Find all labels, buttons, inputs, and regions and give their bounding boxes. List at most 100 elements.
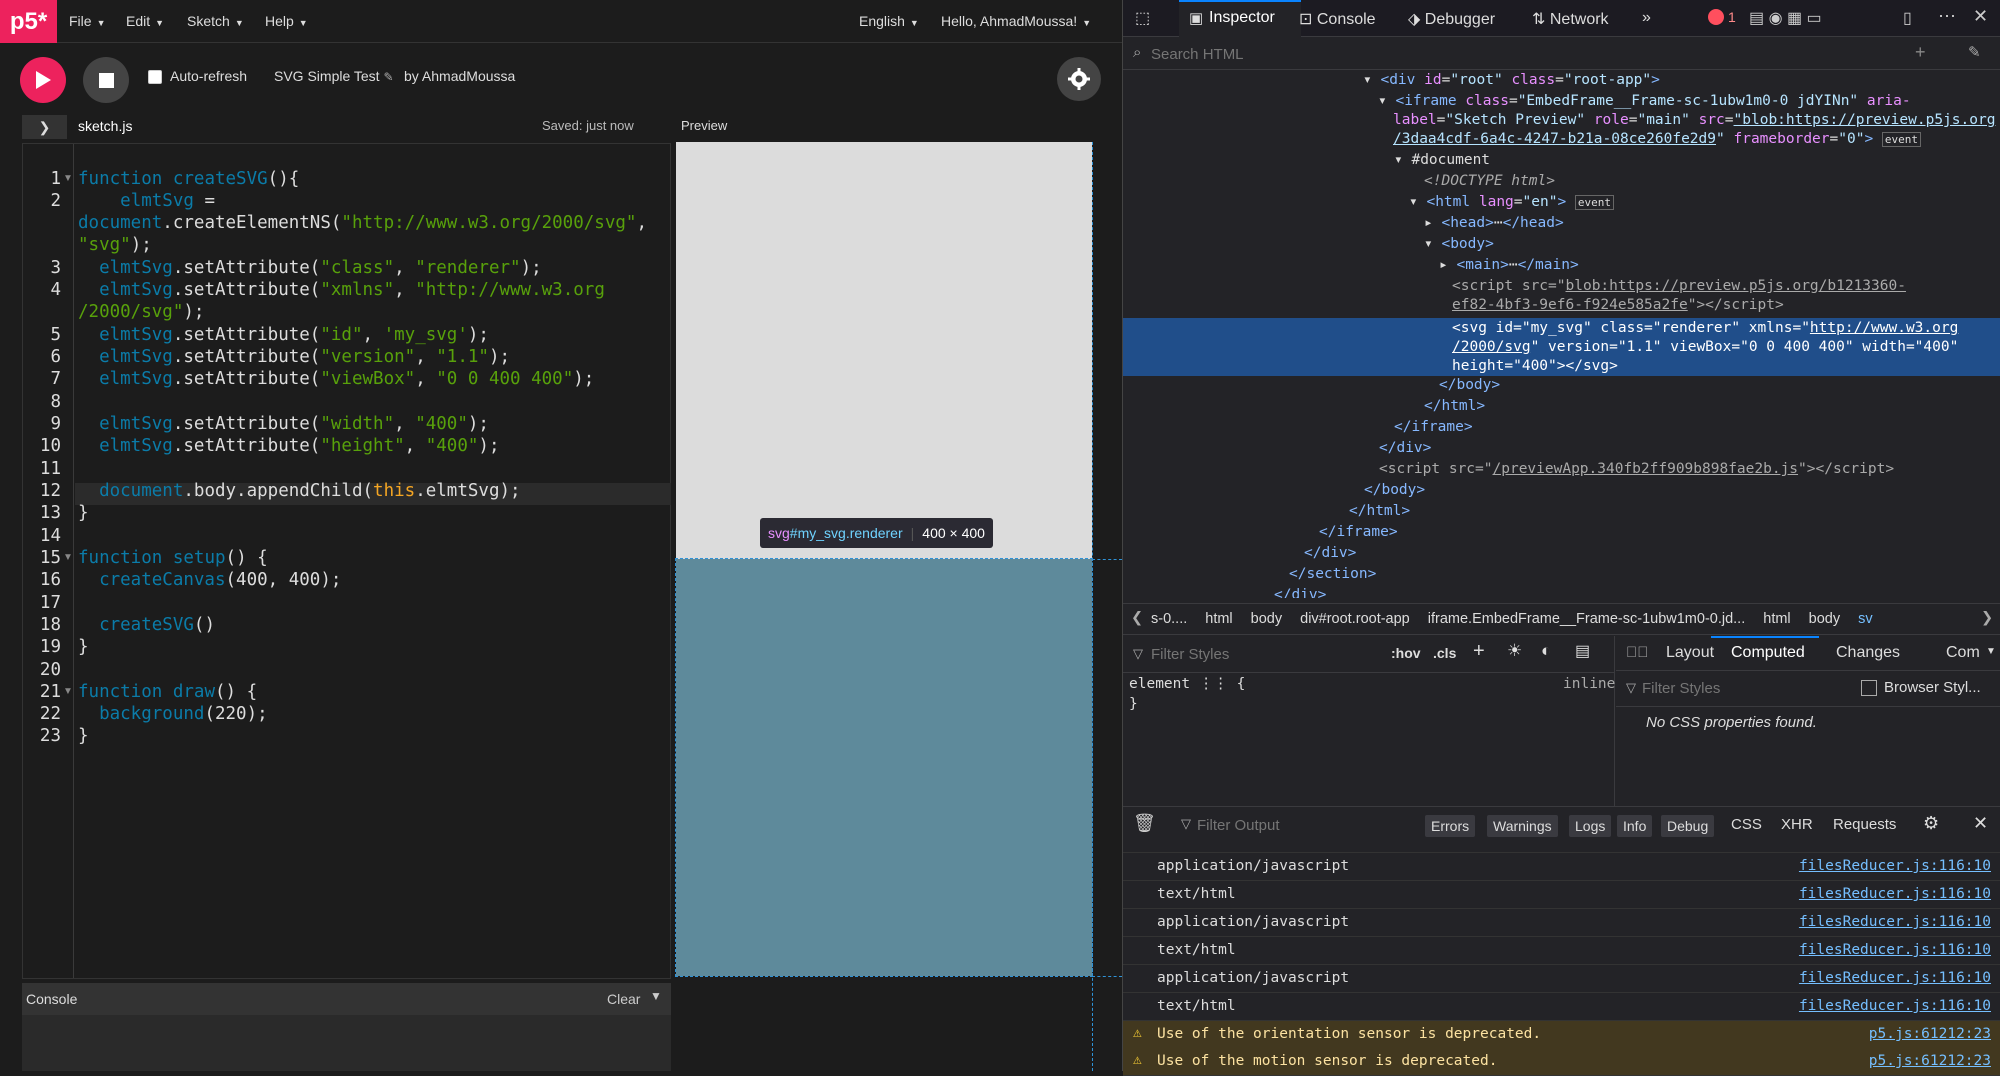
tab-layout[interactable]: Layout: [1666, 644, 1714, 662]
chevron-right-icon[interactable]: ❯: [1981, 610, 1993, 626]
close-icon[interactable]: ✕: [1973, 813, 1988, 834]
breadcrumb-item[interactable]: body: [1809, 611, 1840, 627]
filter-xhr-button[interactable]: XHR: [1781, 816, 1813, 833]
log-source-link[interactable]: filesReducer.js:116:10: [1799, 858, 1991, 874]
log-source-link[interactable]: filesReducer.js:116:10: [1799, 998, 1991, 1014]
tree-node[interactable]: ▾ <div id="root" class="root-app">: [1363, 72, 1660, 88]
more-tabs-icon[interactable]: »: [1642, 9, 1651, 27]
filter-warnings-button[interactable]: Warnings: [1487, 815, 1558, 837]
fold-icon[interactable]: ▼: [63, 552, 73, 563]
breadcrumb-item[interactable]: iframe.EmbedFrame__Frame-sc-1ubw1m0-0.jd…: [1428, 611, 1746, 627]
filter-css-button[interactable]: CSS: [1731, 816, 1762, 833]
filter-info-button[interactable]: Info: [1617, 815, 1653, 837]
breadcrumb-item[interactable]: s-0....: [1151, 611, 1187, 627]
tab-compatibility[interactable]: Com: [1946, 644, 1980, 662]
menu-help[interactable]: Help ▼: [265, 13, 308, 29]
language-select[interactable]: English ▼: [859, 13, 919, 29]
log-row[interactable]: text/html filesReducer.js:116:10: [1123, 937, 2000, 965]
tree-node-selected[interactable]: <svg id="my_svg" class="renderer" xmlns=…: [1452, 320, 1958, 336]
breadcrumb-item[interactable]: sv: [1858, 611, 1873, 627]
tree-node[interactable]: ▾ <iframe class="EmbedFrame__Frame-sc-1u…: [1378, 93, 1911, 109]
print-media-icon[interactable]: ▤: [1575, 641, 1590, 661]
tree-node[interactable]: </body>: [1439, 377, 1500, 393]
tree-node[interactable]: </div>: [1274, 587, 1326, 598]
author-link[interactable]: AhmadMoussa: [422, 68, 515, 84]
filter-logs-button[interactable]: Logs: [1569, 815, 1612, 837]
log-row[interactable]: application/javascript filesReducer.js:11…: [1123, 909, 2000, 937]
tree-node[interactable]: </iframe>: [1394, 419, 1473, 435]
warning-source-link[interactable]: p5.js:61212:23: [1869, 1053, 1991, 1069]
menu-sketch[interactable]: Sketch ▼: [187, 13, 244, 29]
expand-sidebar-button[interactable]: ❯: [22, 115, 67, 139]
warning-source-link[interactable]: p5.js:61212:23: [1869, 1026, 1991, 1042]
tree-node[interactable]: </div>: [1379, 440, 1431, 456]
tree-node[interactable]: </iframe>: [1319, 524, 1398, 540]
filter-errors-button[interactable]: Errors: [1425, 815, 1476, 837]
menu-edit[interactable]: Edit ▼: [126, 13, 164, 29]
filter-debug-button[interactable]: Debug: [1661, 815, 1715, 837]
auto-refresh-checkbox[interactable]: [148, 70, 162, 84]
chevron-left-icon[interactable]: ❮: [1131, 610, 1143, 626]
html-tree[interactable]: ▾ <div id="root" class="root-app"> ▾ <if…: [1123, 70, 2000, 598]
fold-icon[interactable]: ▼: [63, 173, 73, 184]
tab-computed[interactable]: Computed: [1711, 636, 1819, 670]
tree-node[interactable]: ▸ <head>⋯</head>: [1424, 215, 1564, 231]
add-rule-icon[interactable]: +: [1473, 640, 1485, 663]
eyedropper-icon[interactable]: ✎: [1968, 43, 1981, 61]
tree-node[interactable]: ▾ <body>: [1424, 236, 1494, 252]
breadcrumb-item[interactable]: body: [1251, 611, 1282, 627]
more-options-icon[interactable]: ⋯: [1938, 6, 1956, 27]
tab-debugger[interactable]: ⬗ Debugger: [1408, 9, 1495, 29]
tree-node[interactable]: ▾ <html lang="en"> event: [1409, 194, 1615, 210]
pencil-icon[interactable]: ✎: [383, 70, 393, 84]
tree-node[interactable]: </div>: [1304, 545, 1356, 561]
tree-node[interactable]: ▾ #document: [1394, 152, 1490, 168]
hov-button[interactable]: :hov: [1391, 645, 1421, 661]
sketch-name[interactable]: SVG Simple Test ✎: [274, 68, 394, 84]
log-source-link[interactable]: filesReducer.js:116:10: [1799, 914, 1991, 930]
add-node-icon[interactable]: +: [1915, 42, 1926, 63]
filter-output-input[interactable]: [1197, 814, 1417, 836]
warning-row[interactable]: ⚠ Use of the orientation sensor is deprec…: [1123, 1021, 2000, 1049]
console-clear-button[interactable]: Clear: [607, 991, 640, 1007]
log-source-link[interactable]: filesReducer.js:116:10: [1799, 970, 1991, 986]
settings-button[interactable]: [1057, 57, 1101, 101]
filter-styles-input[interactable]: [1151, 644, 1351, 664]
tree-node[interactable]: <script src="/previewApp.340fb2ff909b898…: [1379, 461, 1894, 477]
computed-filter-input[interactable]: [1642, 678, 1842, 698]
warning-row[interactable]: ⚠ Use of the motion sensor is deprecated.…: [1123, 1048, 2000, 1076]
close-icon[interactable]: ✕: [1973, 6, 1988, 27]
play-button[interactable]: [20, 57, 66, 103]
breadcrumb-item[interactable]: html: [1205, 611, 1232, 627]
chevron-down-icon[interactable]: ▼: [650, 989, 662, 1003]
user-menu[interactable]: Hello, AhmadMoussa! ▼: [941, 13, 1091, 29]
fold-icon[interactable]: ▼: [63, 686, 73, 697]
pick-element-icon[interactable]: ⬚: [1135, 8, 1150, 28]
trash-icon[interactable]: 🗑: [1133, 813, 1156, 834]
preview-svg-highlight[interactable]: [675, 558, 1093, 977]
tree-node[interactable]: ▸ <main>⋯</main>: [1439, 257, 1579, 273]
log-source-link[interactable]: filesReducer.js:116:10: [1799, 942, 1991, 958]
tab-inspector[interactable]: ▣ Inspector: [1179, 0, 1301, 37]
tab-console[interactable]: ⊡ Console: [1299, 9, 1376, 29]
browser-styles-checkbox[interactable]: [1861, 680, 1877, 696]
cls-button[interactable]: .cls: [1433, 645, 1456, 661]
tree-node[interactable]: </body>: [1364, 482, 1425, 498]
log-row[interactable]: text/html filesReducer.js:116:10: [1123, 881, 2000, 909]
chevron-down-icon[interactable]: ▼: [1986, 646, 1996, 657]
element-rule[interactable]: element ⋮⋮ {: [1129, 676, 1245, 692]
toolbar-icons[interactable]: ▤ ◉ ▦ ▭: [1749, 8, 1822, 28]
search-html-input[interactable]: [1151, 43, 1731, 65]
tab-changes[interactable]: Changes: [1836, 644, 1900, 662]
tree-node[interactable]: <script src="blob:https://preview.p5js.o…: [1452, 278, 1906, 294]
menu-file[interactable]: File ▼: [69, 13, 105, 29]
dark-mode-icon[interactable]: ◐: [1541, 641, 1551, 661]
tab-network[interactable]: ⇅ Network: [1532, 9, 1609, 29]
preview-canvas[interactable]: [676, 142, 1092, 559]
file-tab[interactable]: sketch.js: [78, 118, 132, 134]
gear-icon[interactable]: ⚙: [1923, 813, 1939, 834]
error-count[interactable]: 1: [1728, 9, 1736, 25]
stop-button[interactable]: [83, 57, 129, 103]
p5-logo[interactable]: p5*: [0, 0, 57, 43]
breadcrumb-item[interactable]: html: [1763, 611, 1790, 627]
